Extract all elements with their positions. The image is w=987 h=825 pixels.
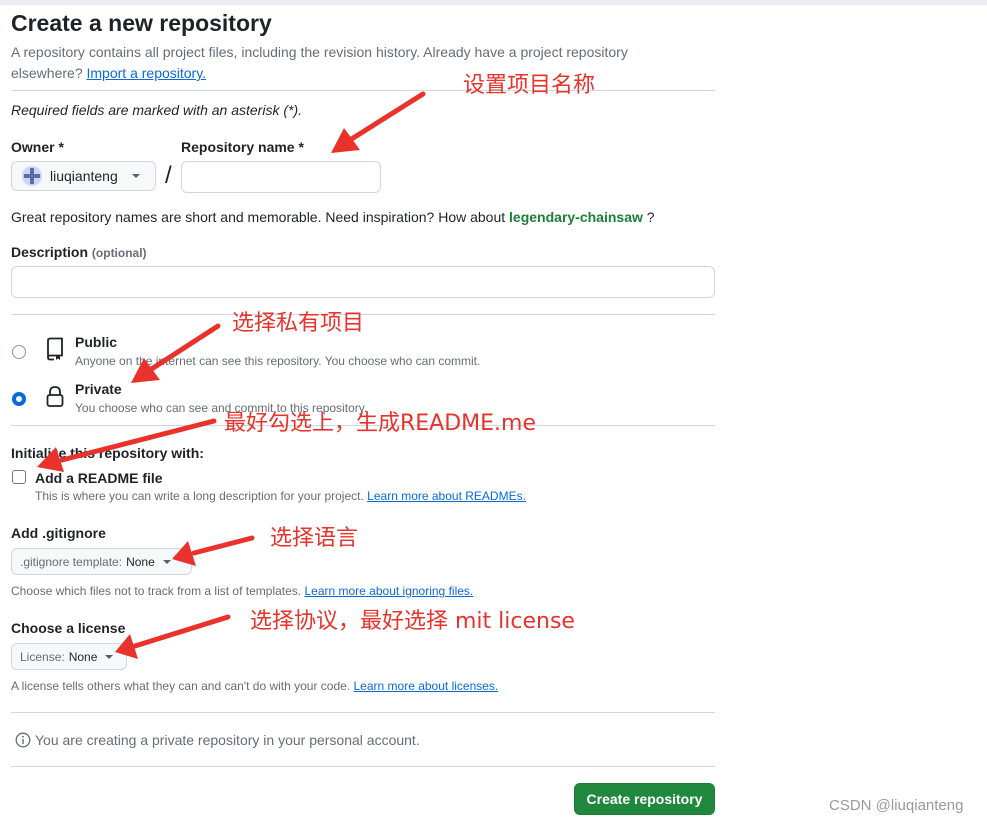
- annotation-name: 设置项目名称: [463, 73, 596, 98]
- initialize-heading: Initialize this repository with:: [11, 445, 204, 461]
- annotation-private: 选择私有项目: [232, 311, 365, 336]
- readme-checkbox[interactable]: [12, 470, 26, 484]
- description-label: Description (optional): [11, 244, 147, 260]
- gitignore-select-value: None: [126, 554, 155, 569]
- license-desc-text: A license tells others what they can and…: [11, 679, 351, 693]
- watermark: CSDN @liuqianteng: [829, 797, 964, 814]
- annotation-arrow: [347, 91, 426, 143]
- annotation-arrow: [331, 128, 360, 153]
- owner-label: Owner *: [11, 139, 64, 155]
- license-select-value: None: [68, 649, 98, 664]
- license-label: Choose a license: [11, 620, 126, 636]
- chevron-down-icon: [105, 654, 114, 659]
- intro-line-1: A repository contains all project files,…: [11, 44, 628, 60]
- lock-icon: [46, 386, 64, 407]
- import-repository-link[interactable]: Import a repository.: [87, 65, 207, 81]
- create-repository-button[interactable]: Create repository: [574, 783, 715, 815]
- intro-text: A repository contains all project files,…: [11, 42, 715, 84]
- name-suggestion-link[interactable]: legendary-chainsaw: [509, 209, 643, 225]
- repo-book-icon: [47, 337, 63, 361]
- public-radio[interactable]: [12, 345, 26, 359]
- name-hint-text: Great repository names are short and mem…: [11, 209, 506, 225]
- annotation-language: 选择语言: [270, 526, 359, 551]
- description-label-text: Description: [11, 244, 89, 260]
- private-label: Private: [75, 381, 122, 397]
- gitignore-select-prefix: .gitignore template:: [20, 554, 123, 569]
- required-note: Required fields are marked with an aster…: [11, 102, 303, 118]
- readme-label: Add a README file: [35, 470, 163, 486]
- divider: [11, 712, 715, 713]
- gitignore-learn-more-link[interactable]: Learn more about ignoring files.: [304, 584, 473, 598]
- description-optional: (optional): [91, 246, 147, 260]
- annotation-license: 选择协议，最好选择 mit license: [250, 609, 575, 634]
- private-radio[interactable]: [12, 392, 26, 406]
- license-select-prefix: License:: [20, 649, 65, 664]
- readme-learn-more-link[interactable]: Learn more about READMEs.: [367, 489, 526, 503]
- gitignore-label: Add .gitignore: [11, 525, 106, 541]
- annotation-readme: 最好勾选上，生成README.me: [224, 411, 537, 436]
- avatar: [22, 166, 42, 186]
- owner-value: liuqianteng: [50, 168, 118, 184]
- annotation-arrow: [191, 535, 255, 556]
- gitignore-description: Choose which files not to track from a l…: [11, 584, 473, 598]
- annotation-arrow: [132, 614, 231, 649]
- license-select[interactable]: License: None: [11, 643, 127, 670]
- chevron-down-icon: [131, 174, 140, 178]
- name-hint: Great repository names are short and mem…: [11, 209, 655, 225]
- public-label: Public: [75, 334, 118, 350]
- name-hint-end: ?: [646, 209, 655, 225]
- chevron-down-icon: [162, 559, 171, 564]
- readme-desc-text: This is where you can write a long descr…: [35, 489, 364, 503]
- intro-line-2: elsewhere?: [11, 65, 83, 81]
- owner-select[interactable]: liuqianteng: [11, 161, 156, 191]
- readme-description: This is where you can write a long descr…: [35, 489, 526, 503]
- top-border: [0, 0, 987, 5]
- divider: [11, 766, 715, 767]
- page-title: Create a new repository: [11, 10, 272, 36]
- divider: [11, 90, 715, 91]
- private-repo-notice: You are creating a private repository in…: [35, 732, 420, 748]
- license-learn-more-link[interactable]: Learn more about licenses.: [354, 679, 499, 693]
- gitignore-template-select[interactable]: .gitignore template: None: [11, 548, 192, 575]
- license-description: A license tells others what they can and…: [11, 679, 498, 693]
- description-input[interactable]: [11, 266, 715, 298]
- owner-repo-separator: /: [165, 162, 172, 189]
- info-icon: [15, 732, 31, 748]
- repository-name-input[interactable]: [181, 161, 381, 193]
- gitignore-desc-text: Choose which files not to track from a l…: [11, 584, 302, 598]
- repository-name-label: Repository name *: [181, 139, 304, 155]
- public-description: Anyone on the internet can see this repo…: [75, 354, 481, 368]
